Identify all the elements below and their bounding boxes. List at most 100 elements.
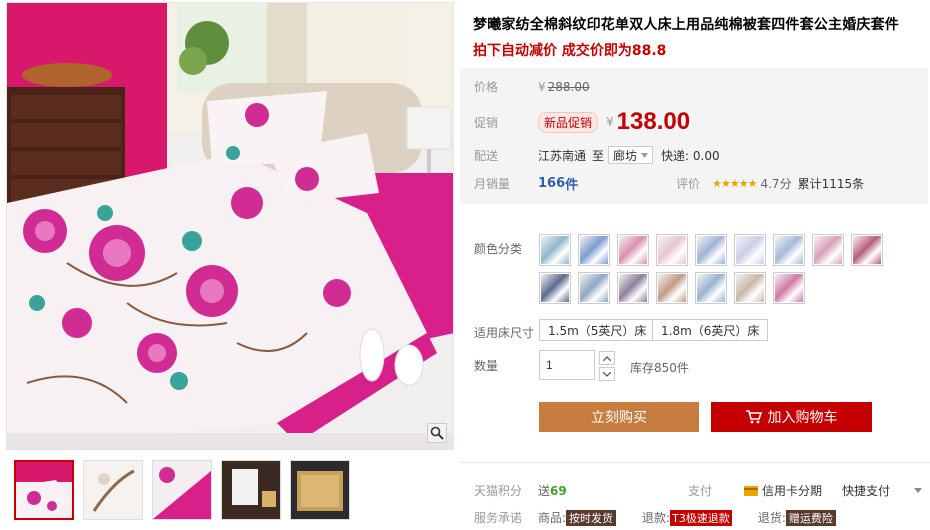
stock-count: 库存850件 <box>630 361 689 375</box>
promo-row: 促销 新品促销 ¥ 138.00 <box>474 108 690 136</box>
original-currency: ¥ <box>538 79 546 94</box>
points-prefix: 送 <box>538 484 551 498</box>
color-swatch-5[interactable] <box>695 234 727 266</box>
credit-card-installment[interactable]: 信用卡分期 <box>762 482 822 499</box>
color-swatch-11[interactable] <box>578 272 610 304</box>
thumbnail-1[interactable] <box>14 460 74 520</box>
chevron-down-icon[interactable] <box>914 488 923 493</box>
currency-symbol: ¥ <box>606 115 614 129</box>
quantity-increase-button[interactable] <box>599 351 615 365</box>
sales-row: 月销量 166 件 评价 ★★★★★ 4.7分 累计1115条 <box>474 174 864 193</box>
color-swatch-14[interactable] <box>695 272 727 304</box>
destination-value: 廊坊 <box>613 148 638 163</box>
promo-tag: 新品促销 <box>538 111 599 133</box>
promo-label: 促销 <box>474 115 499 130</box>
thumbnail-4[interactable] <box>221 460 281 520</box>
color-swatch-preview <box>697 236 725 264</box>
credit-card-icon <box>744 485 759 496</box>
color-swatch-preview <box>697 274 725 302</box>
product-title: 梦曦家纺全棉斜纹印花单双人床上用品纯棉被套四件套公主婚庆套件 <box>473 17 899 33</box>
color-swatch-preview <box>658 236 686 264</box>
color-swatch-12[interactable] <box>617 272 649 304</box>
original-price: 288.00 <box>547 79 590 94</box>
monthly-sales-unit: 件 <box>565 178 579 193</box>
color-swatch-preview <box>814 236 842 264</box>
color-swatch-preview <box>580 236 608 264</box>
quick-pay[interactable]: 快捷支付 <box>842 482 890 499</box>
thumbnail-5[interactable] <box>290 460 350 520</box>
zoom-button[interactable] <box>427 423 447 443</box>
service-promise-label: 服务承诺 <box>474 511 523 525</box>
magnifier-icon <box>430 426 444 440</box>
destination-select[interactable]: 廊坊 <box>608 146 654 164</box>
color-swatch-preview <box>619 274 647 302</box>
sales-label: 月销量 <box>474 177 511 191</box>
thumbnail-3[interactable] <box>152 460 212 520</box>
color-label: 颜色分类 <box>474 242 523 256</box>
return-label: 退货: <box>757 511 786 525</box>
color-swatches <box>539 234 919 304</box>
chevron-up-icon <box>603 355 611 361</box>
color-swatch-1[interactable] <box>539 234 571 266</box>
color-swatch-15[interactable] <box>734 272 766 304</box>
rating-label: 评价 <box>676 177 701 191</box>
color-swatch-2[interactable] <box>578 234 610 266</box>
shipping-from: 江苏南通 <box>538 148 587 163</box>
quantity-input[interactable] <box>539 350 595 380</box>
thumbnail-strip <box>14 460 350 520</box>
color-swatch-9[interactable] <box>851 234 883 266</box>
price-panel: 价格 ¥ 288.00 促销 新品促销 ¥ 138.00 配送 江苏南通 至 廊… <box>460 68 928 204</box>
color-swatch-3[interactable] <box>617 234 649 266</box>
payment-label: 支付 <box>688 484 713 498</box>
color-swatch-preview <box>580 274 608 302</box>
product-info: 梦曦家纺全棉斜纹印花单双人床上用品纯棉被套四件套公主婚庆套件 拍下自动减价 成交… <box>473 0 925 60</box>
chevron-down-icon <box>603 371 611 377</box>
goods-tag[interactable]: 按时发货 <box>566 509 617 526</box>
refund-tag[interactable]: T3极速退款 <box>670 509 732 526</box>
thumbnail-2[interactable] <box>83 460 143 520</box>
bedroom-photo <box>7 3 453 449</box>
review-count-link[interactable]: 累计1115条 <box>798 175 865 192</box>
color-swatch-10[interactable] <box>539 272 571 304</box>
color-swatch-preview <box>736 274 764 302</box>
color-swatch-preview <box>619 236 647 264</box>
points-row: 天猫积分 送 69 <box>474 482 567 499</box>
main-product-image[interactable] <box>6 2 454 450</box>
product-subtitle: 拍下自动减价 成交价即为88.8 <box>473 43 667 59</box>
quantity-label: 数量 <box>474 359 499 373</box>
cart-icon <box>745 410 762 424</box>
color-swatch-preview <box>775 274 803 302</box>
color-swatch-preview <box>541 274 569 302</box>
color-swatch-6[interactable] <box>734 234 766 266</box>
current-price: 138.00 <box>616 108 691 135</box>
rating-stars-icon: ★★★★★ <box>712 177 757 190</box>
shipping-row: 配送 江苏南通 至 廊坊 快递: 0.00 <box>474 146 720 164</box>
payment-row: 支付 信用卡分期 快捷支付 <box>688 482 923 499</box>
price-row: 价格 ¥ 288.00 <box>474 78 590 95</box>
quantity-decrease-button[interactable] <box>599 367 615 381</box>
color-swatch-4[interactable] <box>656 234 688 266</box>
color-swatch-16[interactable] <box>773 272 805 304</box>
price-label: 价格 <box>474 80 499 94</box>
color-swatch-7[interactable] <box>773 234 805 266</box>
size-option-1-8m[interactable]: 1.8m（6英尺）床 <box>652 319 769 341</box>
shipping-to-word: 至 <box>592 148 605 163</box>
service-promise-row: 服务承诺 商品: 按时发货 退款: T3极速退款 退货: 赠运费险 <box>474 509 836 526</box>
buy-now-button[interactable]: 立刻购买 <box>539 402 699 432</box>
return-tag[interactable]: 赠运费险 <box>785 509 836 526</box>
divider <box>460 462 930 463</box>
shipping-label: 配送 <box>474 148 499 163</box>
color-swatch-preview <box>736 236 764 264</box>
color-swatch-preview <box>775 236 803 264</box>
size-option-1-5m[interactable]: 1.5m（5英尺）床 <box>539 319 656 341</box>
color-swatch-preview <box>658 274 686 302</box>
points-label: 天猫积分 <box>474 484 523 498</box>
color-swatch-preview <box>853 236 881 264</box>
add-to-cart-button[interactable]: 加入购物车 <box>711 402 872 432</box>
refund-label: 退款: <box>642 511 671 525</box>
add-to-cart-label: 加入购物车 <box>767 409 838 425</box>
color-swatch-13[interactable] <box>656 272 688 304</box>
size-label: 适用床尺寸 <box>474 326 535 340</box>
rating-score: 4.7分 <box>760 177 792 191</box>
color-swatch-8[interactable] <box>812 234 844 266</box>
